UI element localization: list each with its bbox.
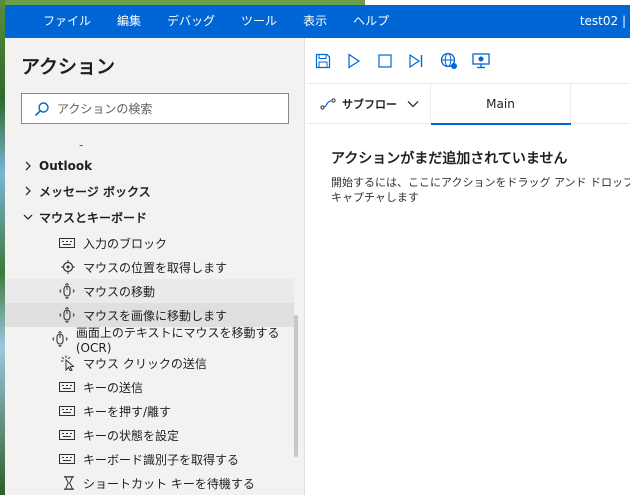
chevron-right-icon xyxy=(25,161,31,171)
mouse-click-icon xyxy=(61,355,75,371)
category-label: マウスとキーボード xyxy=(39,210,148,225)
action-move-mouse-to-text-ocr[interactable]: 画面上のテキストにマウスを移動する (OCR) xyxy=(5,326,294,355)
keyboard-icon xyxy=(59,406,75,416)
menu-view[interactable]: 表示 xyxy=(290,5,340,38)
action-label: マウスの位置を取得します xyxy=(83,260,228,275)
tree-overflow-marker: - xyxy=(79,138,84,152)
action-label: キーの送信 xyxy=(83,380,144,395)
menu-bar: ファイル 編集 デバッグ ツール 表示 ヘルプ test02 | xyxy=(5,5,630,38)
actions-panel: アクション - Outlook メッセージ ボックス マウスとキーボード 入力の… xyxy=(5,38,305,495)
menu-file[interactable]: ファイル xyxy=(5,5,104,38)
flow-canvas[interactable]: アクションがまだ追加されていません 開始するには、ここにアクションをドラッグ ア… xyxy=(306,125,630,495)
chevron-down-icon xyxy=(407,101,419,108)
panel-scrollbar[interactable] xyxy=(297,138,304,495)
action-label: キーの状態を設定 xyxy=(83,428,180,443)
search-icon xyxy=(35,101,49,116)
designer-toolbar xyxy=(306,38,630,84)
subflow-label: サブフロー xyxy=(342,98,397,111)
desktop-recorder-icon xyxy=(472,53,490,69)
action-label: マウス クリックの送信 xyxy=(83,356,207,371)
action-search-box[interactable] xyxy=(21,93,289,124)
action-wait-for-shortcut-key[interactable]: ショートカット キーを待機する xyxy=(5,471,294,495)
empty-state-description: 開始するには、ここにアクションをドラッグ アンド ドロップするか、レコーダーでキ… xyxy=(331,176,630,204)
keyboard-icon xyxy=(59,454,75,464)
crosshair-icon xyxy=(61,260,75,274)
mouse-move-icon xyxy=(59,283,75,299)
action-get-mouse-position[interactable]: マウスの位置を取得します xyxy=(5,255,294,279)
subflow-icon xyxy=(320,98,336,110)
empty-state-title: アクションがまだ追加されていません xyxy=(331,151,568,167)
action-label: キーを押す/離す xyxy=(83,404,172,419)
panel-title: アクション xyxy=(21,56,116,78)
flow-tabs: サブフロー Main xyxy=(306,84,630,125)
action-send-mouse-click[interactable]: マウス クリックの送信 xyxy=(5,351,294,375)
menu-help[interactable]: ヘルプ xyxy=(340,5,402,38)
category-outlook[interactable]: Outlook xyxy=(5,154,92,178)
stop-button[interactable] xyxy=(376,52,394,70)
menu-debug[interactable]: デバッグ xyxy=(154,5,228,38)
user-account[interactable]: test02 | xyxy=(580,5,626,38)
hourglass-icon xyxy=(64,476,74,490)
action-press-release-key[interactable]: キーを押す/離す xyxy=(5,399,294,423)
mouse-move-icon xyxy=(52,331,68,347)
step-icon xyxy=(409,53,423,69)
run-button[interactable] xyxy=(345,52,363,70)
action-send-keys[interactable]: キーの送信 xyxy=(5,375,294,399)
keyboard-icon xyxy=(59,382,75,392)
category-message-box[interactable]: メッセージ ボックス xyxy=(5,179,151,203)
menu-edit[interactable]: 編集 xyxy=(104,5,154,38)
action-label: 画面上のテキストにマウスを移動する (OCR) xyxy=(75,325,280,355)
chevron-right-icon xyxy=(25,186,31,196)
action-set-key-state[interactable]: キーの状態を設定 xyxy=(5,423,294,447)
action-label: マウスを画像に移動します xyxy=(83,308,228,323)
tab-main[interactable]: Main xyxy=(431,84,571,125)
subflow-dropdown[interactable]: サブフロー xyxy=(306,84,431,124)
mouse-move-icon xyxy=(59,307,75,323)
menu-tools[interactable]: ツール xyxy=(228,5,290,38)
action-get-keyboard-identifier[interactable]: キーボード識別子を取得する xyxy=(5,447,294,471)
desktop-recorder-button[interactable] xyxy=(472,52,490,70)
action-search-input[interactable] xyxy=(57,101,277,116)
action-label: ショートカット キーを待機する xyxy=(83,476,255,491)
chevron-down-icon xyxy=(23,214,33,220)
action-move-mouse[interactable]: マウスの移動 xyxy=(5,279,294,303)
category-mouse-keyboard[interactable]: マウスとキーボード xyxy=(5,205,147,229)
web-recorder-button[interactable] xyxy=(440,52,458,70)
web-recorder-icon xyxy=(440,52,457,69)
stop-icon xyxy=(378,54,392,68)
save-button[interactable] xyxy=(314,52,332,70)
keyboard-icon xyxy=(59,238,75,248)
category-label: Outlook xyxy=(39,159,93,173)
action-label: キーボード識別子を取得する xyxy=(83,452,240,467)
action-label: 入力のブロック xyxy=(83,236,168,251)
save-icon xyxy=(315,53,331,69)
panel-scrollbar-thumb[interactable] xyxy=(294,315,298,457)
action-block-input[interactable]: 入力のブロック xyxy=(5,231,294,255)
keyboard-icon xyxy=(59,430,75,440)
category-label: メッセージ ボックス xyxy=(39,184,151,199)
run-icon xyxy=(348,53,361,69)
step-button[interactable] xyxy=(407,52,425,70)
action-label: マウスの移動 xyxy=(83,284,156,299)
